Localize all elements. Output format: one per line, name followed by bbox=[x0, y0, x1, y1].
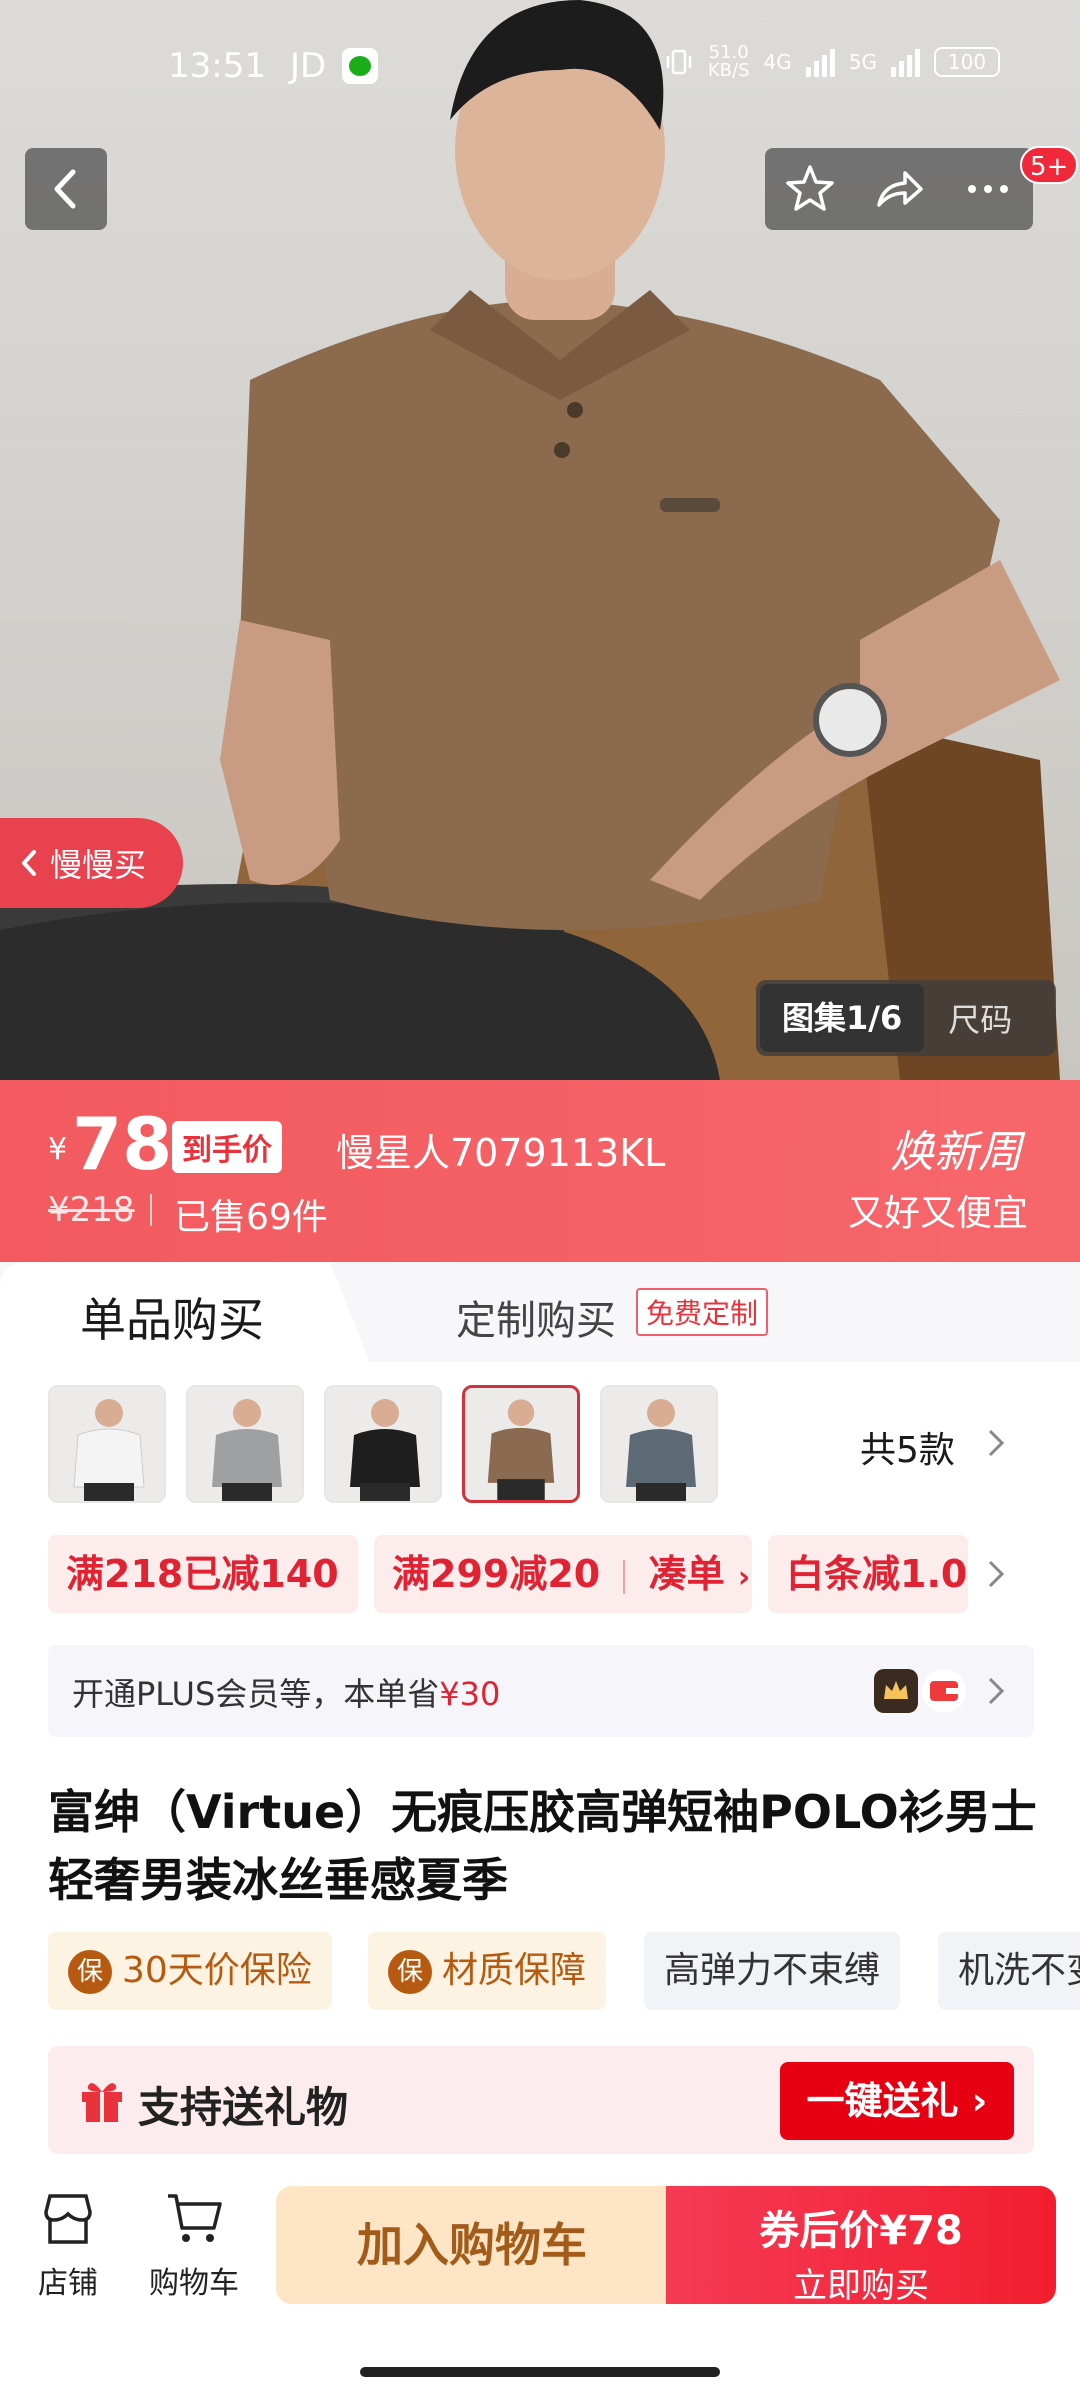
original-price: ¥218 bbox=[48, 1190, 135, 1230]
variant-thumb-slate[interactable] bbox=[600, 1385, 718, 1503]
product-title: 富绅（Virtue）无痕压胶高弹短袖POLO衫男士轻奢男装冰丝垂感夏季 bbox=[48, 1785, 1037, 1907]
cart-icon bbox=[168, 2194, 222, 2242]
status-bar: 13:51 JD 51.0 KB/S 4G 5G 100 bbox=[0, 40, 1080, 100]
feature-material[interactable]: 保材质保障 bbox=[368, 1932, 607, 2010]
buy-now-label: 立即购买 bbox=[793, 2266, 929, 2306]
battery-icon: 100 bbox=[934, 47, 1000, 77]
plus-crown-icon bbox=[874, 1669, 918, 1713]
signal-icon bbox=[805, 47, 835, 77]
purchase-tabs: 单品购买 定制购买 免费定制 bbox=[0, 1262, 1080, 1362]
star-icon bbox=[785, 165, 834, 211]
size-tab[interactable]: 尺码 bbox=[924, 995, 1012, 1041]
chevron-right-icon[interactable] bbox=[984, 1552, 1008, 1596]
cart-button[interactable]: 购物车 bbox=[134, 2186, 254, 2302]
feature-label: 材质保障 bbox=[442, 1950, 587, 1991]
shield-icon: 保 bbox=[68, 1950, 112, 1994]
bottom-action-bar: 店铺 购物车 加入购物车 券后价¥78 立即购买 bbox=[0, 2168, 1080, 2368]
sku-code: 慢星人7079113KL bbox=[336, 1131, 666, 1175]
wallet-icon bbox=[922, 1669, 966, 1713]
gallery-tab[interactable]: 图集1/6 bbox=[760, 984, 925, 1052]
chevron-left-icon bbox=[22, 850, 36, 876]
more-icon bbox=[968, 185, 1009, 193]
home-indicator[interactable] bbox=[360, 2367, 720, 2377]
gift-label: 支持送礼物 bbox=[138, 2083, 349, 2132]
vibrate-icon bbox=[666, 49, 692, 75]
feature-label: 30天价保险 bbox=[122, 1950, 312, 1991]
tab-single-label: 单品购买 bbox=[80, 1293, 264, 1347]
signal-icon-2 bbox=[891, 47, 920, 77]
feature-price-protect[interactable]: 保 30天价保险 bbox=[48, 1932, 332, 2010]
add-to-cart-button[interactable]: 加入购物车 bbox=[276, 2186, 668, 2304]
share-icon bbox=[877, 171, 923, 207]
coupon-row: 满218已减140 满299减20 凑单 › 白条减1.0 bbox=[48, 1535, 1048, 1613]
coupon-item-combo[interactable]: 满299减20 凑单 › bbox=[374, 1535, 752, 1613]
feature-elastic[interactable]: 高弹力不束缚 bbox=[644, 1932, 901, 2010]
slow-buy-button[interactable]: 慢慢买 bbox=[0, 818, 183, 908]
send-gift-label: 一键送礼 bbox=[806, 2079, 959, 2123]
buy-now-button[interactable]: 券后价¥78 立即购买 bbox=[666, 2186, 1056, 2306]
gift-row: 支持送礼物 一键送礼 › bbox=[48, 2046, 1034, 2154]
share-button[interactable] bbox=[854, 148, 943, 230]
promo-title: 焕新周 bbox=[890, 1127, 1022, 1178]
plus-prefix: 开通PLUS会员等，本单省 bbox=[72, 1675, 440, 1713]
slow-buy-label: 慢慢买 bbox=[50, 846, 147, 884]
plus-text: 开通PLUS会员等，本单省¥30 bbox=[72, 1669, 500, 1715]
price-banner: ¥ 78 到手价 慢星人7079113KL ¥218 已售69件 焕新周 又好又… bbox=[0, 1080, 1080, 1270]
shield-icon: 保 bbox=[388, 1950, 432, 1994]
chevron-right-icon bbox=[988, 1677, 1005, 1705]
price-tag: 到手价 bbox=[172, 1121, 282, 1173]
chevron-left-icon bbox=[54, 169, 76, 209]
final-price: 78 bbox=[72, 1102, 173, 1186]
store-button[interactable]: 店铺 bbox=[8, 2186, 128, 2302]
variant-thumb-black[interactable] bbox=[324, 1385, 442, 1503]
plus-membership-row[interactable]: 开通PLUS会员等，本单省¥30 bbox=[48, 1645, 1034, 1737]
variant-thumb-brown[interactable] bbox=[462, 1385, 580, 1503]
coupon-clipped[interactable]: 白条减1.0 bbox=[768, 1535, 968, 1613]
store-icon bbox=[44, 2194, 92, 2244]
coupon-text: 满299减20 bbox=[392, 1552, 601, 1596]
store-label: 店铺 bbox=[38, 2266, 98, 2301]
tab-single-buy[interactable]: 单品购买 bbox=[0, 1262, 370, 1362]
status-time: 13:51 bbox=[168, 46, 266, 86]
message-badge[interactable]: 5+ bbox=[1020, 146, 1079, 184]
wechat-icon bbox=[342, 48, 378, 84]
tab-custom-buy[interactable]: 定制购买 bbox=[456, 1288, 616, 1346]
net-4g-label: 4G bbox=[763, 50, 792, 74]
gallery-switch: 图集1/6 尺码 bbox=[756, 980, 1056, 1056]
speed-unit: KB/S bbox=[707, 60, 750, 81]
variant-thumb-white[interactable] bbox=[48, 1385, 166, 1503]
promo-subtitle: 又好又便宜 bbox=[848, 1193, 1029, 1234]
custom-badge: 免费定制 bbox=[636, 1288, 769, 1336]
net-5g-label: 5G bbox=[848, 50, 877, 74]
feature-washable[interactable]: 机洗不变形 bbox=[938, 1932, 1080, 2010]
status-carrier: JD bbox=[290, 46, 327, 86]
back-button[interactable] bbox=[25, 148, 107, 230]
currency-symbol: ¥ bbox=[48, 1132, 68, 1167]
variant-selector: 共5款 bbox=[48, 1385, 1048, 1505]
network-speed: 51.0 KB/S bbox=[708, 44, 750, 80]
divider bbox=[150, 1194, 152, 1226]
send-gift-button[interactable]: 一键送礼 › bbox=[780, 2062, 1014, 2140]
coupon-item-baitiao: 白条减1.0 bbox=[768, 1535, 968, 1613]
favorite-button[interactable] bbox=[765, 148, 854, 230]
variant-thumb-gray[interactable] bbox=[186, 1385, 304, 1503]
sold-count: 已售69件 bbox=[174, 1197, 328, 1238]
buy-price-line: 券后价¥78 bbox=[759, 2208, 963, 2254]
cart-label: 购物车 bbox=[149, 2266, 239, 2301]
feature-tags: 保30天价保险 保材质保障 高弹力不束缚 机洗不变形 bbox=[48, 1932, 1080, 2010]
variant-count[interactable]: 共5款 bbox=[860, 1421, 955, 1473]
coupon-item[interactable]: 满218已减140 bbox=[48, 1535, 358, 1613]
add-on-link[interactable]: 凑单 bbox=[649, 1552, 725, 1596]
gift-icon bbox=[82, 2083, 122, 2122]
chevron-right-icon[interactable] bbox=[984, 1421, 1008, 1465]
top-actions bbox=[765, 148, 1033, 230]
plus-saving: ¥30 bbox=[439, 1675, 501, 1713]
